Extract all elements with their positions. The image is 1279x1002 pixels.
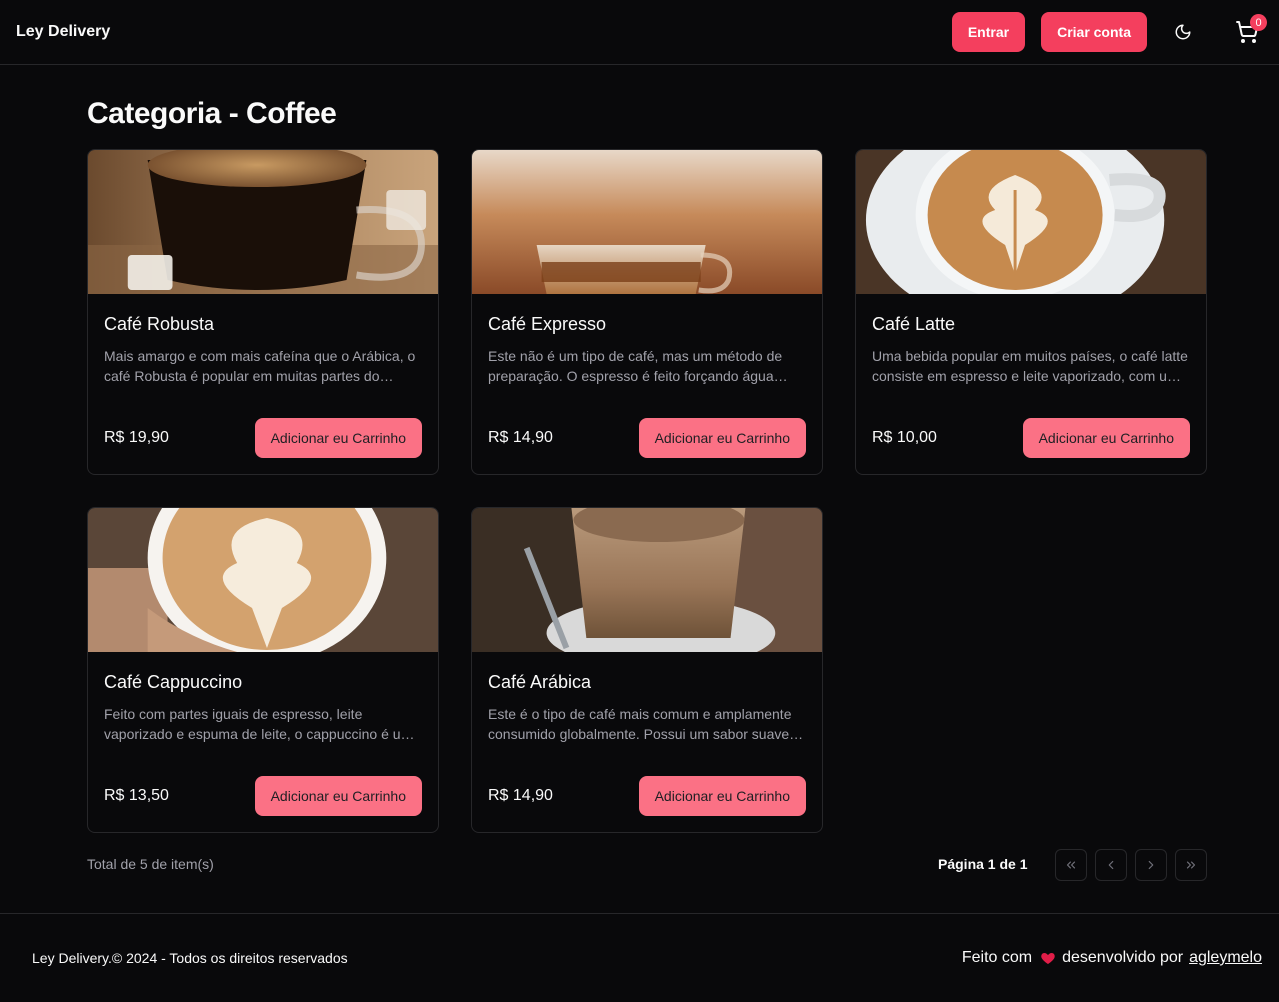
product-description: Mais amargo e com mais cafeína que o Ará…: [104, 348, 416, 384]
add-to-cart-button[interactable]: Adicionar eu Carrinho: [254, 418, 422, 458]
product-price: R$ 19,90: [104, 429, 169, 446]
product-card: Café Latte Uma bebida popular em muitos …: [855, 149, 1207, 475]
developed-by-text: desenvolvido por: [1062, 949, 1184, 966]
product-name: Café Expresso: [488, 314, 607, 334]
add-to-cart-button[interactable]: Adicionar eu Carrinho: [638, 776, 806, 816]
product-description: Feito com partes iguais de espresso, lei…: [104, 706, 413, 742]
product-price: R$ 10,00: [872, 429, 937, 446]
copyright-text: Ley Delivery.© 2024 - Todos os direitos …: [32, 950, 348, 966]
chevron-right-icon: [1148, 860, 1154, 870]
footer: Ley Delivery.© 2024 - Todos os direitos …: [0, 913, 1279, 1002]
product-description: Este não é um tipo de café, mas um métod…: [488, 348, 783, 384]
next-page-button[interactable]: [1135, 849, 1167, 881]
first-page-button[interactable]: [1055, 849, 1087, 881]
product-card: Café Robusta Mais amargo e com mais cafe…: [87, 149, 439, 475]
page-title: Categoria - Coffee: [87, 97, 337, 130]
product-image: [88, 508, 438, 652]
last-page-button[interactable]: [1175, 849, 1207, 881]
page-info: Página 1 de 1: [938, 856, 1028, 872]
header-actions: Entrar Criar conta 0: [951, 12, 1267, 52]
moon-icon: [1175, 24, 1191, 40]
footer-credits: Feito com desenvolvido por agleymelo: [962, 949, 1262, 967]
cart-button[interactable]: 0: [1227, 12, 1267, 52]
signup-button[interactable]: Criar conta: [1041, 12, 1147, 52]
login-button[interactable]: Entrar: [951, 12, 1026, 52]
product-card: Café Arábica Este é o tipo de café mais …: [471, 507, 823, 833]
product-name: Café Cappuccino: [104, 672, 243, 692]
cart-count-badge: 0: [1250, 14, 1267, 31]
product-price: R$ 14,90: [488, 429, 553, 446]
previous-page-button[interactable]: [1095, 849, 1127, 881]
product-price: R$ 14,90: [488, 787, 553, 804]
brand-logo[interactable]: Ley Delivery: [16, 23, 110, 41]
add-to-cart-button[interactable]: Adicionar eu Carrinho: [1022, 418, 1190, 458]
product-image: [856, 150, 1206, 294]
chevrons-right-icon: [1186, 861, 1196, 869]
theme-toggle-button[interactable]: [1163, 12, 1203, 52]
top-navbar: Ley Delivery Entrar Criar conta 0: [0, 0, 1279, 65]
product-image: [88, 150, 438, 294]
product-description: Uma bebida popular em muitos países, o c…: [872, 348, 1188, 384]
product-card: Café Cappuccino Feito com partes iguais …: [87, 507, 439, 833]
made-with-text: Feito com: [961, 949, 1033, 966]
product-image: [472, 150, 822, 294]
chevron-left-icon: [1108, 860, 1114, 870]
product-image: [472, 508, 822, 652]
product-name: Café Latte: [872, 314, 956, 334]
add-to-cart-button[interactable]: Adicionar eu Carrinho: [638, 418, 806, 458]
add-to-cart-button[interactable]: Adicionar eu Carrinho: [254, 776, 422, 816]
author-link[interactable]: agleymelo: [1189, 949, 1262, 967]
product-card: Café Expresso Este não é um tipo de café…: [471, 149, 823, 475]
product-description: Este é o tipo de café mais comum e ampla…: [488, 706, 801, 742]
total-items: Total de 5 de item(s): [87, 856, 214, 872]
product-name: Café Robusta: [104, 314, 215, 334]
product-price: R$ 13,50: [104, 787, 169, 804]
heart-icon: [1040, 950, 1056, 966]
product-name: Café Arábica: [488, 672, 592, 692]
chevrons-left-icon: [1066, 861, 1076, 869]
